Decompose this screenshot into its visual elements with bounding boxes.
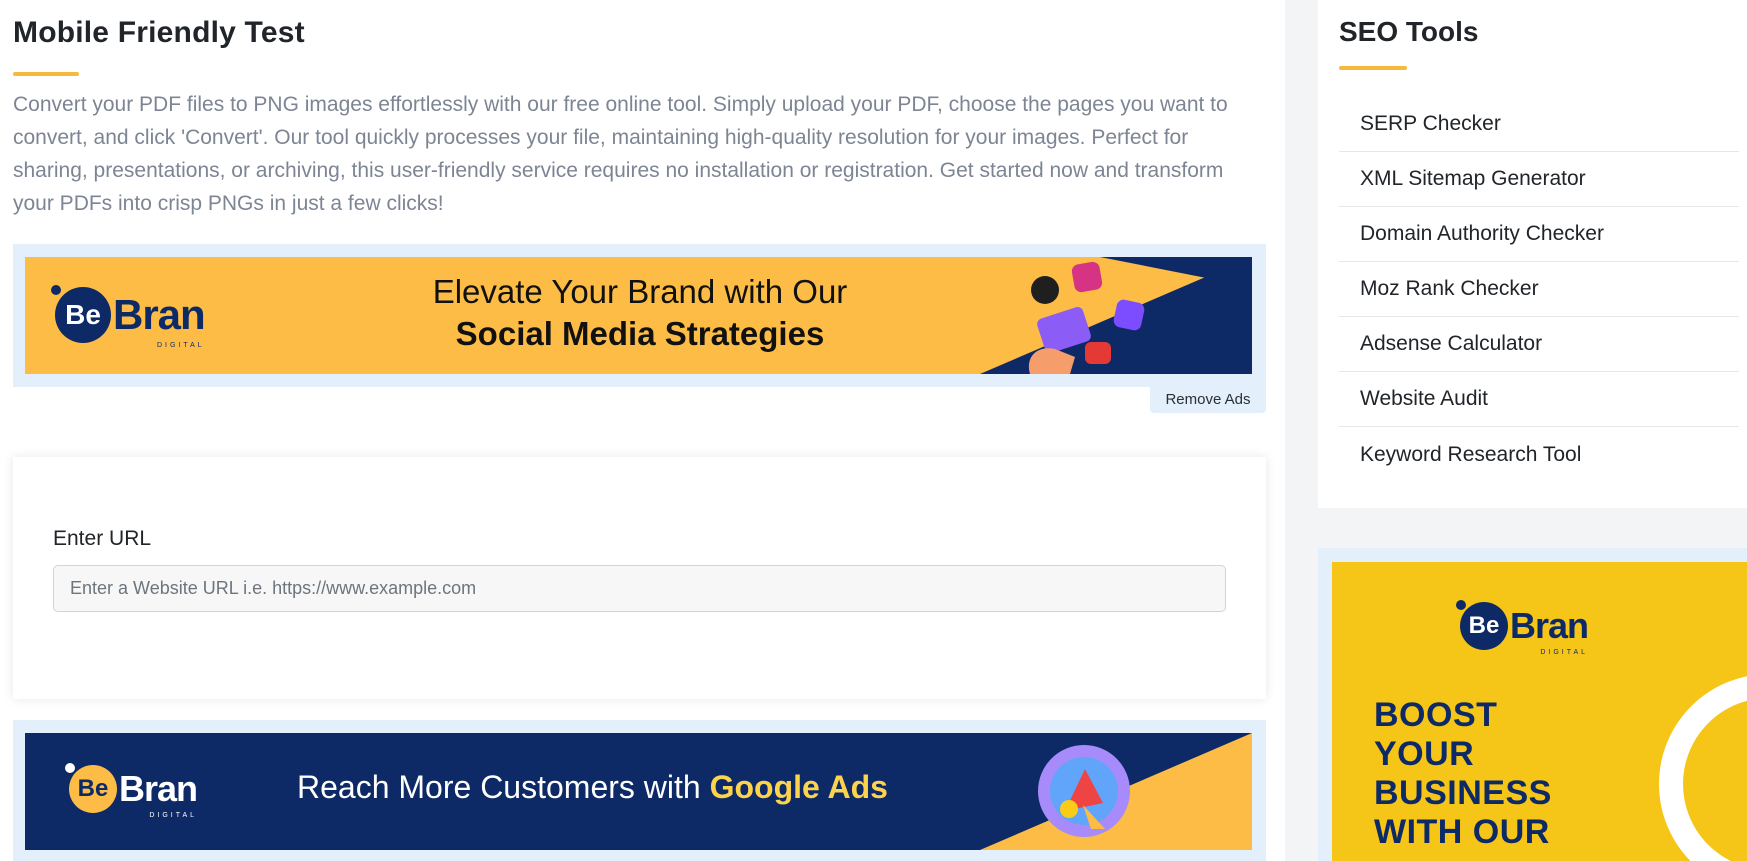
logo-sub: DIGITAL bbox=[156, 342, 205, 349]
sidebar-ad-line1: BOOST bbox=[1374, 696, 1498, 734]
url-input[interactable] bbox=[53, 565, 1226, 612]
logo-sub: DIGITAL bbox=[1540, 649, 1589, 656]
ad-subheadline: Social Media Strategies bbox=[455, 315, 825, 352]
ad-headline-plain: Reach More Customers with bbox=[297, 769, 710, 805]
logo-dot bbox=[51, 285, 61, 295]
ad-frame-top: Be Bran DIGITAL Elevate Your Brand with … bbox=[13, 244, 1266, 387]
sidebar-ad-line2: YOUR bbox=[1374, 735, 1475, 773]
logo-bran: Bran bbox=[113, 291, 206, 338]
logo-be: Be bbox=[55, 287, 111, 343]
logo-sub: DIGITAL bbox=[149, 812, 198, 819]
sidebar-item-moz-rank-checker[interactable]: Moz Rank Checker bbox=[1339, 262, 1739, 317]
remove-ads-button[interactable]: Remove Ads bbox=[1150, 386, 1266, 413]
sidebar-ad-headline: BOOST YOUR BUSINESS WITH OUR bbox=[1374, 696, 1552, 852]
ad-banner-google-ads[interactable]: Be Bran DIGITAL Reach More Customers wit… bbox=[25, 733, 1252, 850]
logo-be: Be bbox=[1460, 602, 1508, 650]
sidebar-item-adsense-calculator[interactable]: Adsense Calculator bbox=[1339, 317, 1739, 372]
logo-be: Be bbox=[69, 765, 117, 813]
sidebar-item-xml-sitemap-generator[interactable]: XML Sitemap Generator bbox=[1339, 152, 1739, 207]
ad-headline: Reach More Customers with Google Ads bbox=[297, 769, 888, 806]
sidebar-title: SEO Tools bbox=[1339, 16, 1479, 47]
sidebar-ad-frame: Be Bran DIGITAL BOOST YOUR BUSINESS WITH… bbox=[1318, 548, 1747, 861]
page: Mobile Friendly Test Convert your PDF fi… bbox=[0, 0, 1747, 861]
page-description: Convert your PDF files to PNG images eff… bbox=[13, 93, 1228, 215]
logo-dot bbox=[1456, 600, 1466, 610]
sidebar-item-domain-authority-checker[interactable]: Domain Authority Checker bbox=[1339, 207, 1739, 262]
sidebar-title-underline bbox=[1339, 66, 1407, 70]
url-form-card: Enter URL bbox=[13, 457, 1266, 699]
sidebar-item-keyword-research-tool[interactable]: Keyword Research Tool bbox=[1339, 427, 1739, 482]
tool-list: SERP Checker XML Sitemap Generator Domai… bbox=[1339, 97, 1739, 482]
sidebar-ad-line4: WITH OUR bbox=[1374, 813, 1550, 851]
url-label: Enter URL bbox=[53, 527, 152, 550]
bebran-logo: Be Bran DIGITAL bbox=[51, 285, 206, 349]
ad-headline: Elevate Your Brand with Our bbox=[432, 273, 848, 310]
ad-ring-graphic bbox=[1659, 674, 1747, 861]
logo-dot bbox=[65, 763, 75, 773]
sidebar-item-website-audit[interactable]: Website Audit bbox=[1339, 372, 1739, 427]
main-content: Mobile Friendly Test Convert your PDF fi… bbox=[0, 0, 1285, 861]
ad-headline-highlight: Google Ads bbox=[709, 769, 888, 805]
bebran-logo: Be Bran DIGITAL bbox=[65, 763, 198, 819]
sidebar-item-serp-checker[interactable]: SERP Checker bbox=[1339, 97, 1739, 152]
page-title: Mobile Friendly Test bbox=[13, 16, 305, 49]
title-underline bbox=[13, 72, 79, 76]
ad-frame-bottom: Be Bran DIGITAL Reach More Customers wit… bbox=[13, 720, 1266, 861]
bebran-logo: Be Bran DIGITAL bbox=[1456, 600, 1589, 656]
logo-bran: Bran bbox=[1510, 605, 1589, 646]
sidebar-ad-line3: BUSINESS bbox=[1374, 774, 1552, 812]
seo-tools-sidebar: SEO Tools SERP Checker XML Sitemap Gener… bbox=[1318, 0, 1747, 508]
sidebar-ad-banner[interactable]: Be Bran DIGITAL BOOST YOUR BUSINESS WITH… bbox=[1332, 562, 1747, 861]
ad-banner-social-media[interactable]: Be Bran DIGITAL Elevate Your Brand with … bbox=[25, 257, 1252, 374]
logo-bran: Bran bbox=[119, 768, 198, 809]
